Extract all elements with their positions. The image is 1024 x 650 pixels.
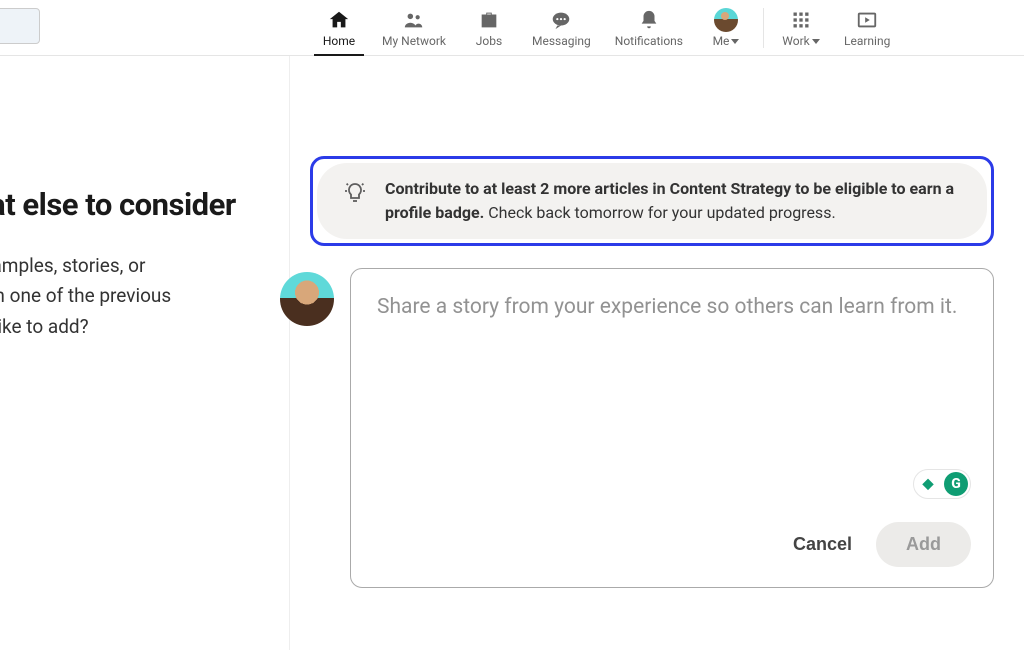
briefcase-icon [477, 8, 501, 32]
nav-notifications-label: Notifications [615, 34, 683, 48]
assist-badge-icon[interactable]: ◆ [916, 472, 940, 496]
grammarly-icon[interactable]: G [944, 472, 968, 496]
nav-network[interactable]: My Network [370, 0, 458, 56]
lightbulb-icon [343, 181, 367, 205]
cancel-button[interactable]: Cancel [793, 534, 852, 555]
nav-separator [763, 8, 764, 48]
left-column: Here's what else to consider Do you have… [0, 56, 290, 650]
tip-banner: Contribute to at least 2 more articles i… [317, 163, 987, 239]
people-icon [402, 8, 426, 32]
add-button[interactable]: Add [876, 522, 971, 567]
nav-learning-label: Learning [844, 34, 890, 48]
chevron-down-icon [731, 39, 739, 44]
right-column: Contribute to at least 2 more articles i… [290, 56, 1024, 650]
home-icon [327, 8, 351, 32]
nav-network-label: My Network [382, 34, 446, 48]
nav-items: Home My Network Jobs Messaging Notificat [308, 0, 902, 55]
nav-me-label: Me [713, 34, 740, 48]
compose-actions: Cancel Add [793, 522, 971, 567]
section-body: Do you have any examples, stories, or in… [0, 251, 289, 342]
search-input[interactable] [0, 8, 40, 44]
nav-me[interactable]: Me [695, 0, 757, 56]
grid-icon [789, 8, 813, 32]
nav-notifications[interactable]: Notifications [603, 0, 695, 56]
compose-row: Share a story from your experience so ot… [310, 268, 994, 588]
play-screen-icon [855, 8, 879, 32]
nav-home-label: Home [323, 34, 355, 48]
tip-text: Contribute to at least 2 more articles i… [385, 177, 961, 225]
main-content: Here's what else to consider Do you have… [0, 56, 1024, 650]
tip-text-rest: Check back tomorrow for your updated pro… [484, 203, 835, 222]
nav-work[interactable]: Work [770, 0, 832, 56]
nav-work-label: Work [782, 34, 819, 48]
user-avatar [280, 272, 334, 326]
top-navigation-bar: Home My Network Jobs Messaging Notificat [0, 0, 1024, 56]
nav-learning[interactable]: Learning [832, 0, 902, 56]
compose-placeholder: Share a story from your experience so ot… [377, 291, 967, 324]
bell-icon [637, 8, 661, 32]
chevron-down-icon [812, 39, 820, 44]
writing-assist-tools[interactable]: ◆ G [913, 469, 971, 499]
section-heading: Here's what else to consider [0, 186, 289, 223]
nav-jobs-label: Jobs [476, 34, 502, 48]
chat-icon [549, 8, 573, 32]
nav-home[interactable]: Home [308, 0, 370, 56]
nav-messaging-label: Messaging [532, 34, 591, 48]
compose-box[interactable]: Share a story from your experience so ot… [350, 268, 994, 588]
avatar-icon [714, 8, 738, 32]
nav-jobs[interactable]: Jobs [458, 0, 520, 56]
tip-banner-highlight: Contribute to at least 2 more articles i… [310, 156, 994, 246]
nav-messaging[interactable]: Messaging [520, 0, 603, 56]
